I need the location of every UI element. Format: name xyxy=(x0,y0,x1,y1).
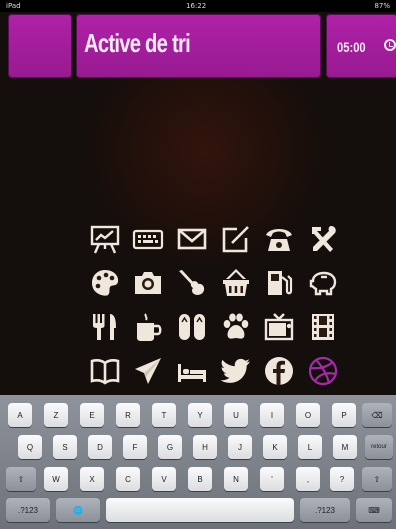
telephone-icon[interactable] xyxy=(262,222,296,256)
tools-hammer-wrench-icon[interactable] xyxy=(306,222,340,256)
key-q[interactable]: Q xyxy=(18,435,42,459)
globe-key[interactable]: 🌐 xyxy=(56,498,100,522)
status-bar: iPad 16:22 87% xyxy=(0,0,396,12)
envelope-icon[interactable] xyxy=(175,222,209,256)
key-r[interactable]: R xyxy=(116,403,140,427)
key-i[interactable]: I xyxy=(260,403,284,427)
key-h[interactable]: H xyxy=(193,435,217,459)
alarm-clock-icon xyxy=(384,39,396,51)
return-key[interactable]: retour xyxy=(365,435,393,459)
key-n[interactable]: N xyxy=(224,467,248,491)
key-w[interactable]: W xyxy=(44,467,68,491)
on-screen-keyboard: A Z E R T Y U I O P ⌫ Q S D F G H J K L … xyxy=(0,395,396,529)
carrier-label: iPad xyxy=(6,2,21,10)
key-a[interactable]: A xyxy=(8,403,32,427)
paw-print-icon[interactable] xyxy=(219,310,253,344)
key-x[interactable]: X xyxy=(80,467,104,491)
numbers-key-right[interactable]: .?123 xyxy=(300,498,350,522)
presentation-easel-icon[interactable] xyxy=(88,222,122,256)
key-j[interactable]: J xyxy=(228,435,252,459)
shift-key-right[interactable]: ⇧ xyxy=(362,467,392,491)
back-button[interactable] xyxy=(8,14,72,78)
title-box: Active de tri xyxy=(76,14,321,78)
dribbble-icon[interactable] xyxy=(306,354,340,388)
timer-value: 05:00 xyxy=(337,39,366,55)
icon-grid xyxy=(86,222,348,396)
coffee-mug-icon[interactable] xyxy=(131,310,165,344)
piggy-bank-icon[interactable] xyxy=(306,266,340,300)
key-p[interactable]: P xyxy=(332,403,356,427)
edit-note-icon[interactable] xyxy=(219,222,253,256)
key-question[interactable]: ? xyxy=(330,467,354,491)
open-book-icon[interactable] xyxy=(88,354,122,388)
shift-key-left[interactable]: ⇧ xyxy=(6,467,36,491)
television-icon[interactable] xyxy=(262,310,296,344)
shopping-basket-icon[interactable] xyxy=(219,266,253,300)
key-m[interactable]: M xyxy=(333,435,357,459)
key-u[interactable]: U xyxy=(224,403,248,427)
bed-icon[interactable] xyxy=(175,354,209,388)
twitter-bird-icon[interactable] xyxy=(219,354,253,388)
key-b[interactable]: B xyxy=(188,467,212,491)
fork-knife-icon[interactable] xyxy=(88,310,122,344)
camera-icon[interactable] xyxy=(131,266,165,300)
timer-button[interactable]: 05:00 xyxy=(326,14,396,78)
fuel-pump-icon[interactable] xyxy=(262,266,296,300)
clock-label: 16:22 xyxy=(186,2,207,10)
key-z[interactable]: Z xyxy=(44,403,68,427)
key-f[interactable]: F xyxy=(123,435,147,459)
key-g[interactable]: G xyxy=(158,435,182,459)
page-title: Active de tri xyxy=(84,28,191,58)
key-v[interactable]: V xyxy=(152,467,176,491)
key-t[interactable]: T xyxy=(152,403,176,427)
flip-flops-icon[interactable] xyxy=(175,310,209,344)
guitar-icon[interactable] xyxy=(175,266,209,300)
key-y[interactable]: Y xyxy=(188,403,212,427)
header-bar: Active de tri 05:00 xyxy=(0,12,396,82)
key-c[interactable]: C xyxy=(116,467,140,491)
key-k[interactable]: K xyxy=(263,435,287,459)
keyboard-icon[interactable] xyxy=(131,222,165,256)
key-s[interactable]: S xyxy=(53,435,77,459)
space-bar[interactable] xyxy=(106,498,294,522)
numbers-key-left[interactable]: .?123 xyxy=(6,498,50,522)
key-d[interactable]: D xyxy=(88,435,112,459)
facebook-icon[interactable] xyxy=(262,354,296,388)
keyboard-dismiss-icon[interactable]: ⌨ xyxy=(356,498,392,522)
paper-plane-icon[interactable] xyxy=(131,354,165,388)
backspace-key[interactable]: ⌫ xyxy=(362,403,392,427)
key-e[interactable]: E xyxy=(80,403,104,427)
film-strip-icon[interactable] xyxy=(306,310,340,344)
key-comma[interactable]: , xyxy=(296,467,320,491)
key-l[interactable]: L xyxy=(298,435,322,459)
key-apostrophe[interactable]: ' xyxy=(260,467,284,491)
battery-label: 87% xyxy=(374,2,390,10)
paint-palette-icon[interactable] xyxy=(88,266,122,300)
key-o[interactable]: O xyxy=(296,403,320,427)
